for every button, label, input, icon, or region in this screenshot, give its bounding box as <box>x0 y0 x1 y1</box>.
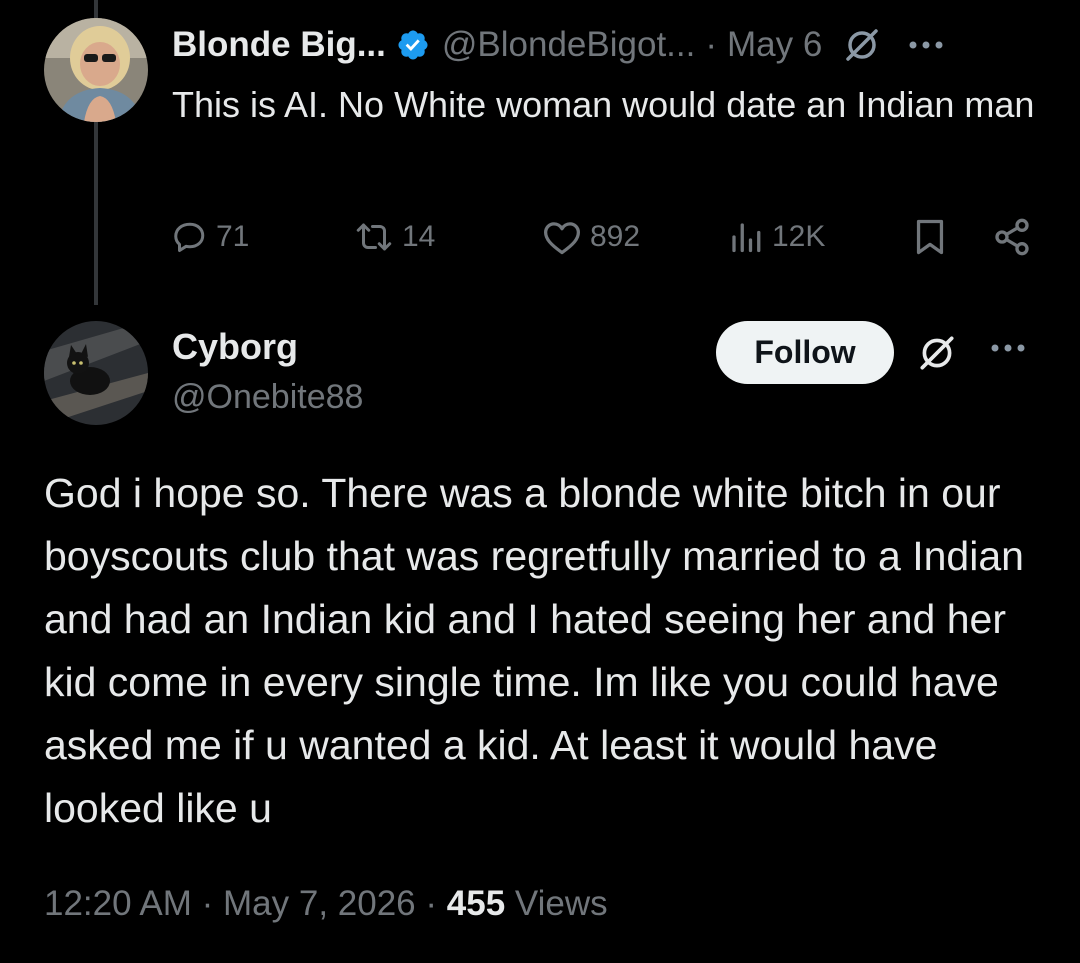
follow-button[interactable]: Follow <box>716 321 894 384</box>
heart-icon <box>544 222 580 255</box>
like-button[interactable]: 892 <box>542 214 640 260</box>
separator-dot: · <box>201 884 214 923</box>
tweet-time[interactable]: 12:20 AM <box>44 884 192 923</box>
reply-button[interactable]: 71 <box>172 214 249 260</box>
tweet-views-count: 455 <box>446 884 506 923</box>
like-count: 892 <box>590 220 641 253</box>
reply-author-name[interactable]: Cyborg <box>172 326 298 368</box>
share-button[interactable] <box>992 214 1032 260</box>
reply-author-avatar[interactable] <box>44 321 148 425</box>
bookmark-button[interactable] <box>912 214 948 260</box>
grok-icon[interactable] <box>842 25 882 65</box>
separator-dot: · <box>705 25 718 64</box>
tweet-views-label: Views <box>514 884 608 923</box>
views-count: 12K <box>772 220 826 253</box>
separator-dot: · <box>425 884 438 923</box>
share-nodes-icon <box>995 218 1029 256</box>
parent-tweet-header: Blonde Big... @BlondeBigot... · May 6 <box>172 20 944 70</box>
grok-icon[interactable] <box>916 332 958 379</box>
reply-author-handle[interactable]: @Onebite88 <box>172 378 363 417</box>
repost-count: 14 <box>402 220 436 253</box>
parent-author-name[interactable]: Blonde Big... <box>172 25 386 65</box>
reply-bubble-icon <box>174 222 205 252</box>
bar-chart-icon <box>732 223 761 253</box>
repost-button[interactable]: 14 <box>354 214 435 260</box>
tweet-date[interactable]: May 7, 2026 <box>223 884 416 923</box>
parent-author-avatar[interactable] <box>44 18 148 122</box>
bookmark-icon <box>916 219 944 255</box>
reply-tweet-text: God i hope so. There was a blonde white … <box>44 470 1024 831</box>
more-dots-icon[interactable] <box>990 340 1026 358</box>
reply-tweet-meta: 12:20 AM · May 7, 2026 · 455 Views <box>44 884 608 924</box>
repost-arrows-icon <box>356 223 392 251</box>
more-dots-icon[interactable] <box>908 40 944 50</box>
parent-tweet-date[interactable]: May 6 <box>727 25 822 65</box>
parent-author-handle[interactable]: @BlondeBigot... <box>442 25 695 65</box>
verified-badge-icon <box>396 28 430 62</box>
parent-tweet-text: This is AI. No White woman would date an… <box>172 84 1035 125</box>
views-button[interactable]: 12K <box>728 214 825 260</box>
reply-count: 71 <box>216 220 250 253</box>
